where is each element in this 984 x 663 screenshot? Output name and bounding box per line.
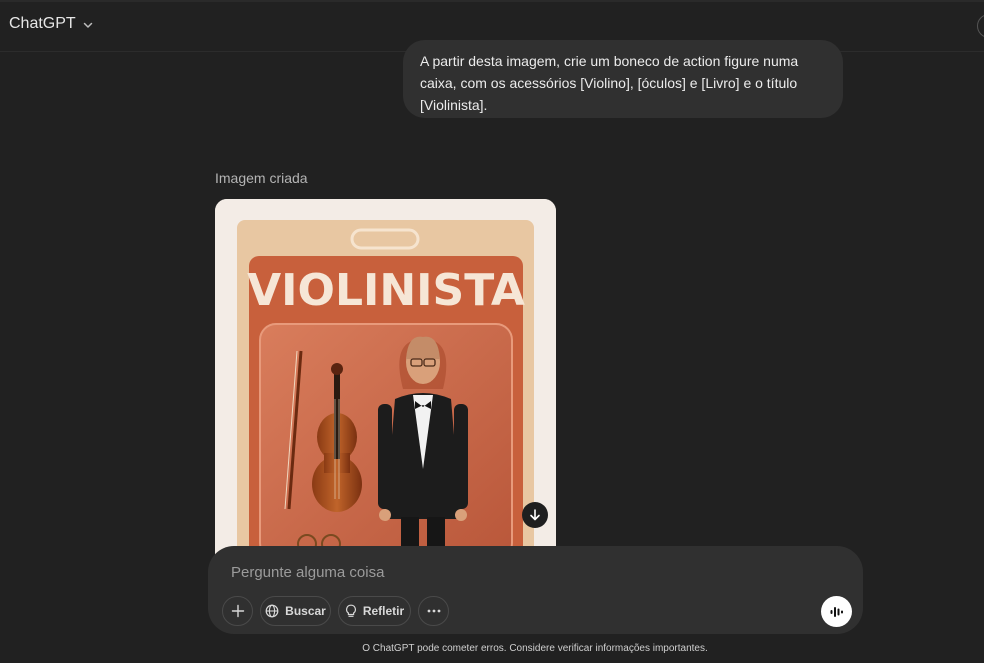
globe-icon bbox=[265, 604, 279, 618]
download-icon bbox=[530, 509, 540, 521]
window-edge bbox=[0, 0, 984, 2]
profile-avatar-button[interactable] bbox=[977, 14, 984, 38]
message-composer: Buscar Refletir bbox=[208, 546, 863, 634]
search-button[interactable]: Buscar bbox=[260, 596, 331, 626]
more-icon bbox=[427, 609, 440, 613]
attach-button[interactable] bbox=[222, 596, 253, 626]
lightbulb-icon bbox=[345, 604, 356, 617]
user-message-bubble: A partir desta imagem, crie um boneco de… bbox=[403, 40, 843, 118]
reason-button-label: Refletir bbox=[362, 604, 405, 618]
package-title: VIOLINISTA bbox=[247, 265, 525, 316]
prompt-input[interactable] bbox=[231, 561, 791, 583]
voice-mode-button[interactable] bbox=[821, 596, 852, 627]
user-message-line: [Violinista]. bbox=[420, 97, 488, 113]
user-message-line: A partir desta imagem, crie um boneco de… bbox=[420, 53, 799, 69]
plus-icon bbox=[231, 604, 244, 618]
generated-image-label: Imagem criada bbox=[215, 170, 308, 186]
chevron-down-icon bbox=[83, 22, 92, 28]
download-image-button[interactable] bbox=[522, 502, 548, 528]
model-selector[interactable]: ChatGPT bbox=[9, 15, 94, 33]
search-button-label: Buscar bbox=[285, 604, 326, 618]
voice-icon bbox=[830, 606, 843, 617]
action-figure-illustration: VIOLINISTA bbox=[215, 199, 556, 559]
generated-image[interactable]: VIOLINISTA bbox=[215, 199, 556, 559]
footer-disclaimer: O ChatGPT pode cometer erros. Considere … bbox=[362, 643, 708, 654]
user-message-line: caixa, com os acessórios [Violino], [ócu… bbox=[420, 75, 798, 91]
more-tools-button[interactable] bbox=[418, 596, 449, 626]
model-name: ChatGPT bbox=[9, 15, 76, 32]
reason-button[interactable]: Refletir bbox=[338, 596, 411, 626]
